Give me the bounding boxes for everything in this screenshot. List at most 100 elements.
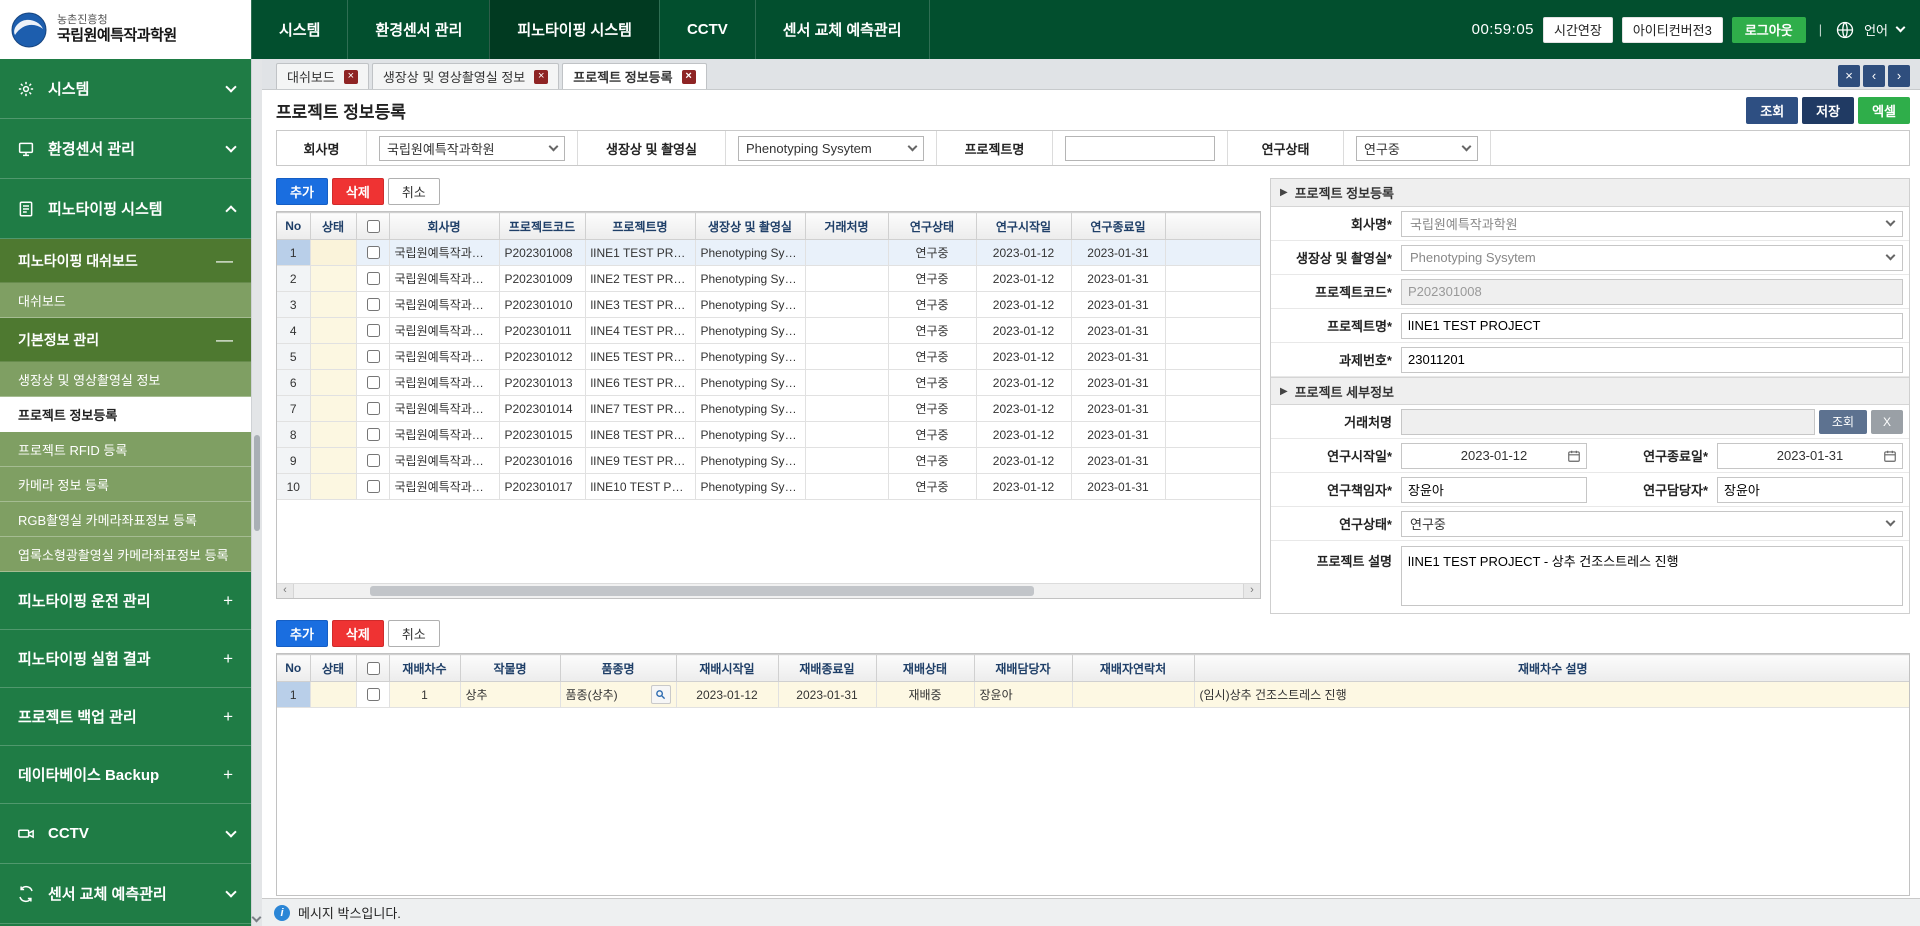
row-checkbox[interactable] (367, 324, 380, 337)
tab-close-icon[interactable]: × (534, 70, 548, 84)
row-checkbox[interactable] (367, 376, 380, 389)
project-name-input[interactable] (1401, 313, 1903, 339)
save-button[interactable]: 저장 (1802, 97, 1854, 124)
table-row[interactable]: 7국립원예특작과학원P202301014lINE7 TEST PROJECTPh… (277, 396, 1261, 422)
select-all-checkbox[interactable] (367, 220, 380, 233)
sidebar-item-3[interactable]: 피노타이핑 시스템 (0, 179, 251, 239)
nav-item-3[interactable]: 피노타이핑 시스템 (489, 0, 659, 59)
research-leader-input[interactable] (1401, 477, 1587, 503)
cancel-button[interactable]: 취소 (388, 620, 440, 647)
table-row[interactable]: 5국립원예특작과학원P202301012lINE5 TEST PROJECTPh… (277, 344, 1261, 370)
row-checkbox[interactable] (367, 246, 380, 259)
project-description-textarea[interactable]: lINE1 TEST PROJECT - 상추 건조스트레스 진행 (1401, 546, 1903, 606)
excel-button[interactable]: 엑셀 (1858, 97, 1910, 124)
logout-button[interactable]: 로그아웃 (1732, 17, 1806, 43)
logo[interactable]: 농촌진흥청 국립원예특작과학원 (0, 0, 251, 59)
table-row[interactable]: 8국립원예특작과학원P202301015lINE8 TEST PROJECTPh… (277, 422, 1261, 448)
sidebar-item-18[interactable]: 센서 교체 예측관리 (0, 864, 251, 924)
calendar-icon[interactable] (1567, 449, 1581, 463)
table-row[interactable]: 3국립원예특작과학원P202301010lINE3 TEST PROJECTPh… (277, 292, 1261, 318)
hscrollbar-thumb[interactable] (370, 586, 1034, 596)
filter-status-select[interactable]: 연구중 (1356, 136, 1478, 161)
globe-icon[interactable] (1835, 20, 1855, 40)
research-status-select[interactable]: 연구중 (1401, 511, 1903, 537)
search-icon[interactable] (651, 685, 671, 704)
close-all-tabs-button[interactable]: × (1838, 65, 1860, 87)
end-date-input[interactable]: 2023-01-31 (1717, 443, 1903, 469)
delete-row-button[interactable]: 삭제 (332, 178, 384, 205)
row-checkbox[interactable] (367, 272, 380, 285)
select-all-checkbox[interactable] (367, 662, 380, 675)
sidebar-item-15[interactable]: 프로젝트 백업 관리+ (0, 688, 251, 746)
prev-tab-button[interactable]: ‹ (1863, 65, 1885, 87)
table-row[interactable]: 6국립원예특작과학원P202301013lINE6 TEST PROJECTPh… (277, 370, 1261, 396)
tab-2[interactable]: 생장상 및 영상촬영실 정보× (372, 63, 559, 89)
search-button[interactable]: 조회 (1746, 97, 1798, 124)
task-number-input[interactable] (1401, 347, 1903, 373)
row-checkbox[interactable] (367, 480, 380, 493)
language-label[interactable]: 언어 (1864, 20, 1888, 39)
sidebar-item-6[interactable]: 기본정보 관리— (0, 318, 251, 362)
nav-item-1[interactable]: 시스템 (251, 0, 347, 59)
sidebar-item-13[interactable]: 피노타이핑 운전 관리+ (0, 572, 251, 630)
scrollbar-thumb[interactable] (254, 435, 260, 531)
sidebar-item-2[interactable]: 환경센서 관리 (0, 119, 251, 179)
row-checkbox[interactable] (367, 350, 380, 363)
row-checkbox[interactable] (367, 298, 380, 311)
sidebar-item-11[interactable]: RGB촬영실 카메라좌표정보 등록 (0, 502, 251, 537)
next-tab-button[interactable]: › (1888, 65, 1910, 87)
sidebar-item-8[interactable]: 프로젝트 정보등록 (0, 397, 251, 432)
row-checkbox[interactable] (367, 402, 380, 415)
delete-row-button[interactable]: 삭제 (332, 620, 384, 647)
row-checkbox[interactable] (367, 428, 380, 441)
calendar-icon[interactable] (1883, 449, 1897, 463)
add-row-button[interactable]: 추가 (276, 178, 328, 205)
sidebar-item-10[interactable]: 카메라 정보 등록 (0, 467, 251, 502)
row-checkbox[interactable] (367, 688, 380, 701)
tab-3[interactable]: 프로젝트 정보등록× (562, 63, 706, 89)
sidebar-item-9[interactable]: 프로젝트 RFID 등록 (0, 432, 251, 467)
filter-chamber-select[interactable]: Phenotyping Sysytem (738, 136, 924, 161)
filter-company-select[interactable]: 국립원예특작과학원 (379, 136, 565, 161)
start-date-input[interactable]: 2023-01-12 (1401, 443, 1587, 469)
chevron-down-icon[interactable] (1896, 23, 1906, 33)
company-select[interactable]: 국립원예특작과학원 (1401, 211, 1903, 237)
sidebar-item-7[interactable]: 생장상 및 영상촬영실 정보 (0, 362, 251, 397)
extend-time-button[interactable]: 시간연장 (1543, 17, 1613, 43)
client-search-button[interactable]: 조회 (1819, 410, 1867, 434)
tab-1[interactable]: 대쉬보드× (276, 63, 369, 89)
tab-close-icon[interactable]: × (344, 70, 358, 84)
sidebar-item-14[interactable]: 피노타이핑 실험 결과+ (0, 630, 251, 688)
cancel-button[interactable]: 취소 (388, 178, 440, 205)
research-manager-input[interactable] (1717, 477, 1903, 503)
tab-close-icon[interactable]: × (682, 70, 696, 84)
table-row[interactable]: 10국립원예특작과학원P202301017lINE10 TEST PROJE..… (277, 474, 1261, 500)
sidebar-item-16[interactable]: 데이타베이스 Backup+ (0, 746, 251, 804)
add-row-button[interactable]: 추가 (276, 620, 328, 647)
filter-project-input[interactable] (1065, 136, 1215, 161)
nav-item-4[interactable]: CCTV (659, 0, 755, 59)
sidebar-item-1[interactable]: 시스템 (0, 59, 251, 119)
scroll-left-icon[interactable]: ‹ (277, 584, 294, 598)
scrollbar-down-arrow-icon[interactable] (252, 913, 262, 923)
sidebar-item-17[interactable]: CCTV (0, 804, 251, 864)
user-button[interactable]: 아이티컨버전3 (1622, 17, 1723, 43)
project-code-input[interactable] (1401, 279, 1903, 305)
sidebar-item-12[interactable]: 엽록소형광촬영실 카메라좌표정보 등록 (0, 537, 251, 572)
table-row[interactable]: 9국립원예특작과학원P202301016lINE9 TEST PROJECTPh… (277, 448, 1261, 474)
scroll-right-icon[interactable]: › (1243, 584, 1260, 598)
sidebar-item-5[interactable]: 대쉬보드 (0, 283, 251, 318)
table-row[interactable]: 1국립원예특작과학원P202301008lINE1 TEST PROJECTPh… (277, 240, 1261, 266)
chamber-select[interactable]: Phenotyping Sysytem (1401, 245, 1903, 271)
sidebar-item-4[interactable]: 피노타이핑 대쉬보드— (0, 239, 251, 283)
client-input[interactable] (1401, 409, 1815, 435)
table-row[interactable]: 4국립원예특작과학원P202301011lINE4 TEST PROJECTPh… (277, 318, 1261, 344)
nav-item-5[interactable]: 센서 교체 예측관리 (755, 0, 930, 59)
table-row[interactable]: 11상추품종(상추)2023-01-122023-01-31재배중장윤아(임시)… (277, 682, 1910, 708)
project-grid-hscrollbar[interactable]: ‹ › (277, 583, 1260, 598)
client-clear-button[interactable]: X (1871, 410, 1903, 434)
nav-item-2[interactable]: 환경센서 관리 (347, 0, 489, 59)
table-row[interactable]: 2국립원예특작과학원P202301009lINE2 TEST PROJECTPh… (277, 266, 1261, 292)
row-checkbox[interactable] (367, 454, 380, 467)
main-vertical-scrollbar[interactable] (251, 59, 262, 926)
